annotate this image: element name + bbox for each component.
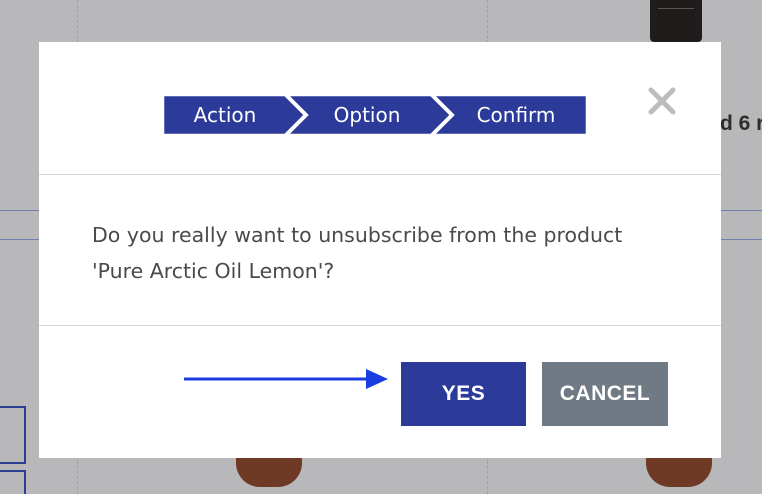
step-option: Option xyxy=(285,95,453,135)
product-image xyxy=(236,457,302,487)
close-icon xyxy=(648,87,676,115)
page: d 6 r Action Option Confirm Do you reall… xyxy=(0,0,762,494)
step-action: Action xyxy=(163,95,307,135)
confirmation-message: Do you really want to unsubscribe from t… xyxy=(92,217,682,289)
step-label: Confirm xyxy=(476,103,556,127)
dialog-footer: YES CANCEL xyxy=(39,326,721,458)
cancel-button[interactable]: CANCEL xyxy=(542,362,668,426)
product-image xyxy=(646,457,712,487)
step-confirm: Confirm xyxy=(431,95,587,135)
yes-button[interactable]: YES xyxy=(401,362,526,426)
product-image xyxy=(650,0,702,42)
dialog-body: Do you really want to unsubscribe from t… xyxy=(39,175,721,326)
close-button[interactable] xyxy=(647,86,677,116)
unsubscribe-dialog: Action Option Confirm Do you really want… xyxy=(39,42,721,458)
background-button xyxy=(0,470,26,494)
step-label: Action xyxy=(193,103,257,127)
background-product-title: d 6 r xyxy=(720,112,762,135)
progress-steps: Action Option Confirm xyxy=(163,95,587,135)
dialog-header: Action Option Confirm xyxy=(39,42,721,175)
background-button xyxy=(0,406,26,464)
pointer-arrow-icon xyxy=(184,369,388,389)
message-line: 'Pure Arctic Oil Lemon'? xyxy=(92,259,335,283)
step-label: Option xyxy=(333,103,401,127)
message-line: Do you really want to unsubscribe from t… xyxy=(92,223,623,247)
